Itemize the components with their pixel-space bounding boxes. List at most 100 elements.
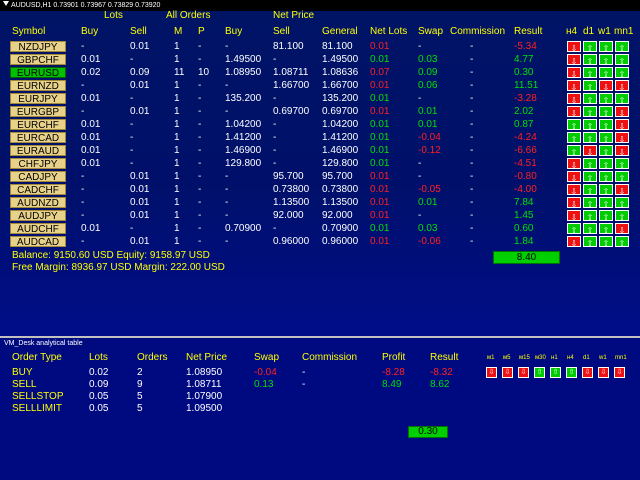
lots-buy-cell: - bbox=[81, 171, 85, 182]
panel-net-price-cell: 1.08711 bbox=[186, 379, 222, 390]
commission-cell: - bbox=[470, 119, 474, 130]
orders-m-cell: 1 bbox=[174, 171, 180, 182]
table-row: CADJPY -0.01 1- -95.700 95.700 0.01- - -0.80 ⇩ ⇧ ⇧… bbox=[0, 170, 640, 183]
symbol-button[interactable]: AUDJPY bbox=[10, 210, 66, 222]
symbol-button[interactable]: EURNZD bbox=[10, 80, 66, 92]
chart-window[interactable]: AUDUSD,H1 0.73901 0.73967 0.73829 0.7392… bbox=[0, 0, 640, 336]
header-timeframe: w1 bbox=[598, 26, 611, 37]
panel-lots-cell: 0.09 bbox=[89, 379, 109, 390]
arrow-up-icon: ⇧ bbox=[599, 41, 613, 53]
commission-cell: - bbox=[470, 171, 474, 182]
orders-m-cell: 1 bbox=[174, 184, 180, 195]
result-cell: -4.00 bbox=[514, 184, 537, 195]
lots-sell-cell: 0.01 bbox=[130, 106, 150, 117]
symbol-button[interactable]: AUDNZD bbox=[10, 197, 66, 209]
symbol-button[interactable]: NZDJPY bbox=[10, 41, 66, 53]
lots-sell-cell: 0.01 bbox=[130, 184, 150, 195]
arrow-up-icon: ⇧ bbox=[567, 119, 581, 131]
header-np-sell: Sell bbox=[273, 26, 290, 37]
net-price-sell-cell: 1.08711 bbox=[273, 67, 309, 78]
net-lots-cell: 0.01 bbox=[370, 93, 390, 104]
lots-buy-cell: - bbox=[81, 210, 85, 221]
net-price-buy-cell: - bbox=[225, 197, 229, 208]
symbol-button[interactable]: EURCAD bbox=[10, 132, 66, 144]
symbol-button[interactable]: GBPCHF bbox=[10, 54, 66, 66]
arrow-down-icon: ⇩ bbox=[615, 223, 629, 235]
header-net-price: Net Price bbox=[273, 10, 315, 21]
symbol-button[interactable]: EURGBP bbox=[10, 106, 66, 118]
arrow-up-icon: ⇧ bbox=[583, 210, 597, 222]
orders-m-cell: 1 bbox=[174, 158, 180, 169]
panel-header-order-type: Order Type bbox=[12, 352, 62, 363]
margin-line: Free Margin: 8936.97 USD Margin: 222.00 … bbox=[12, 262, 225, 273]
net-price-buy-cell: 1.49500 bbox=[225, 54, 262, 65]
net-price-sell-cell: - bbox=[273, 145, 277, 156]
swap-cell: 0.06 bbox=[418, 80, 438, 91]
orders-p-cell: - bbox=[198, 197, 202, 208]
panel-swap-cell: -0.04 bbox=[254, 367, 277, 378]
order-type-cell: SELLSTOP bbox=[12, 391, 64, 402]
header-timeframe: н4 bbox=[566, 26, 578, 37]
swap-cell: -0.06 bbox=[418, 236, 441, 247]
panel-commission-cell: - bbox=[302, 367, 306, 378]
analytical-panel: VM_Desk analytical table Order Type Lots O… bbox=[0, 338, 640, 480]
symbol-button[interactable]: EURJPY bbox=[10, 93, 66, 105]
arrow-up-icon: ⇧ bbox=[599, 210, 613, 222]
panel-order-row: BUY 0.02 2 1.08950 -0.04 - -8.28 -8.32 bbox=[0, 367, 640, 379]
net-price-buy-cell: 1.04200 bbox=[225, 119, 262, 130]
net-price-sell-cell: - bbox=[273, 158, 277, 169]
symbol-button[interactable]: CADCHF bbox=[10, 184, 66, 196]
orders-m-cell: 11 bbox=[174, 67, 185, 78]
orders-p-cell: - bbox=[198, 119, 202, 130]
symbol-button[interactable]: AUDCAD bbox=[10, 236, 66, 248]
arrow-up-icon: ⇧ bbox=[599, 184, 613, 196]
result-cell: -0.80 bbox=[514, 171, 537, 182]
arrow-up-icon: ⇧ bbox=[567, 132, 581, 144]
net-lots-cell: 0.01 bbox=[370, 106, 390, 117]
net-price-buy-cell: - bbox=[225, 80, 229, 91]
symbol-button[interactable]: EURCHF bbox=[10, 119, 66, 131]
header-lots-sell: Sell bbox=[130, 26, 147, 37]
lots-sell-cell: 0.01 bbox=[130, 236, 150, 247]
net-price-sell-cell: 92.000 bbox=[273, 210, 304, 221]
header-swap: Swap bbox=[418, 26, 444, 37]
swap-cell: - bbox=[418, 158, 422, 169]
total-result-value: 8.40 bbox=[516, 252, 537, 263]
commission-cell: - bbox=[470, 41, 474, 52]
symbol-button[interactable]: CHFJPY bbox=[10, 158, 66, 170]
panel-timeframe-label: d1 bbox=[583, 355, 590, 361]
net-price-sell-cell: - bbox=[273, 132, 277, 143]
panel-header-swap: Swap bbox=[254, 352, 280, 363]
dropdown-arrow-icon[interactable] bbox=[3, 1, 9, 6]
symbol-button[interactable]: EURAUD bbox=[10, 145, 66, 157]
net-price-buy-cell: 1.08950 bbox=[225, 67, 262, 78]
panel-total-result-value: 0.30 bbox=[418, 426, 438, 437]
general-price-cell: 1.49500 bbox=[322, 54, 359, 65]
symbol-button[interactable]: EURUSD bbox=[10, 67, 66, 79]
arrow-down-icon: ⇩ bbox=[615, 184, 629, 196]
lots-sell-cell: 0.01 bbox=[130, 80, 150, 91]
lots-buy-cell: 0.01 bbox=[81, 158, 101, 169]
net-price-buy-cell: 129.800 bbox=[225, 158, 262, 169]
commission-cell: - bbox=[470, 132, 474, 143]
symbol-button[interactable]: CADJPY bbox=[10, 171, 66, 183]
lots-sell-cell: 0.01 bbox=[130, 197, 150, 208]
arrow-up-icon: ⇧ bbox=[583, 197, 597, 209]
arrow-down-icon: ⇩ bbox=[567, 197, 581, 209]
lots-buy-cell: - bbox=[81, 184, 85, 195]
table-row: GBPCHF 0.01-1-1.49500-1.49500 0.01 0.03-4.7… bbox=[0, 53, 640, 66]
lots-sell-cell: - bbox=[130, 158, 134, 169]
arrow-down-icon: ⇩ bbox=[567, 236, 581, 248]
panel-title: VM_Desk analytical table bbox=[4, 340, 83, 347]
net-lots-cell: 0.01 bbox=[370, 197, 390, 208]
arrow-up-icon: ⇧ bbox=[583, 67, 597, 79]
result-cell: 2.02 bbox=[514, 106, 534, 117]
header-lots-buy: Buy bbox=[81, 26, 99, 37]
panel-order-row: SELL 0.09 9 1.08711 0.13 - 8.49 8.62 bbox=[0, 379, 640, 391]
panel-result-cell: -8.32 bbox=[430, 367, 453, 378]
orders-m-cell: 1 bbox=[174, 236, 180, 247]
header-timeframe: d1 bbox=[583, 26, 595, 37]
header-p: P bbox=[198, 26, 205, 37]
symbol-button[interactable]: AUDCHF bbox=[10, 223, 66, 235]
arrow-down-icon: ⇩ bbox=[615, 132, 629, 144]
